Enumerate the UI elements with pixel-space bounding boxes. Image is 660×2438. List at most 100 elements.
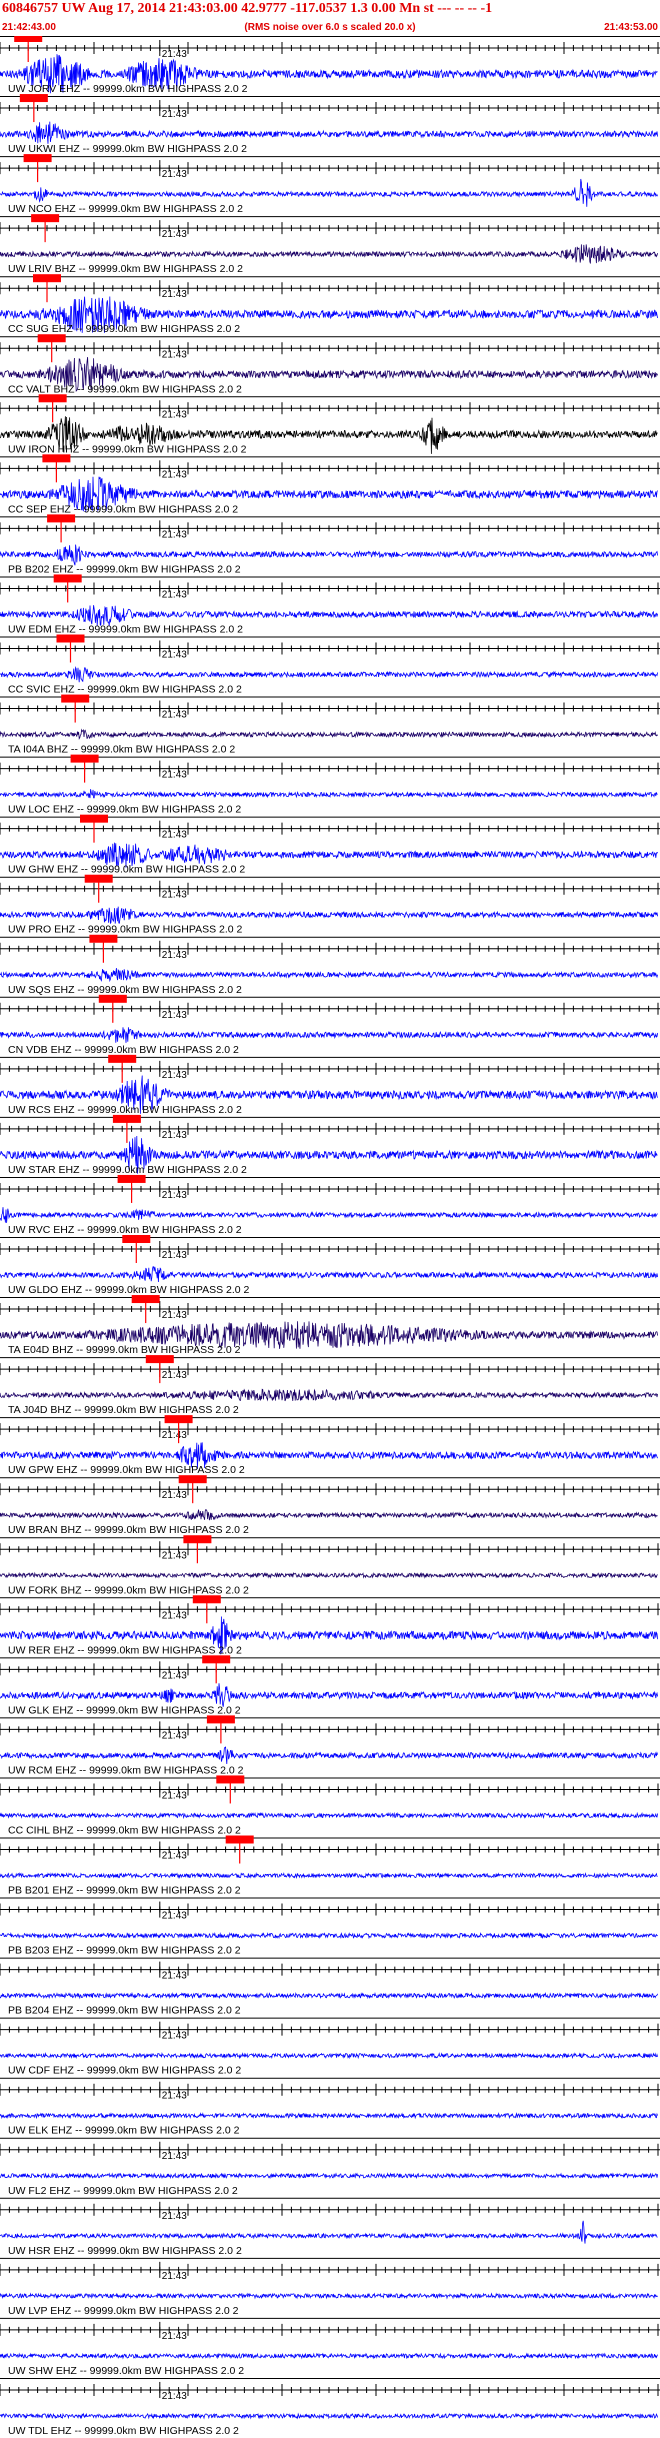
minute-tick-label: 21:43 [162,1070,187,1081]
waveform [0,2112,658,2120]
minute-tick-label: 21:43 [162,1730,187,1741]
minute-tick-label: 21:43 [162,950,187,961]
waveform [0,906,658,924]
station-label: TA I04A BHZ -- 99999.0km BW HIGHPASS 2.0… [8,744,235,756]
waveform [0,2412,658,2420]
station-panel: 21:43 TA I04A BHZ -- 99999.0km BW HIGHPAS… [0,694,660,756]
station-label: CC SEP EHZ -- 99999.0km BW HIGHPASS 2.0 … [8,503,238,515]
waveform [0,1872,658,1879]
station-label: UW HSR EHZ -- 99999.0km BW HIGHPASS 2.0 … [8,2245,242,2257]
station-panel: 21:43 UW RVC EHZ -- 99999.0km BW HIGHPASS… [0,1174,660,1236]
minute-tick-label: 21:43 [162,1971,187,1982]
waveform [0,665,658,683]
station-panel: 21:43 PB B204 EHZ -- 99999.0km BW HIGHPAS… [0,1957,660,2017]
waveform [0,967,658,983]
waveform [0,728,658,740]
waveform [0,544,658,566]
station-panel: 21:43 UW RCS EHZ -- 99999.0km BW HIGHPASS… [0,1054,660,1116]
waveform [0,1388,658,1402]
station-label: CC VALT BHZ -- 99999.0km BW HIGHPASS 2.0… [8,383,242,395]
station-panel: 21:43 PB B203 EHZ -- 99999.0km BW HIGHPAS… [0,1897,660,1957]
station-panel: 21:43 UW FORK BHZ -- 99999.0km BW HIGHPAS… [0,1535,660,1596]
waveform [0,1027,658,1043]
minute-tick-label: 21:43 [162,2031,187,2042]
station-panel: 21:43 UW CDF EHZ -- 99999.0km BW HIGHPASS… [0,2017,660,2077]
station-panel: 21:43 UW HSR EHZ -- 99999.0km BW HIGHPASS… [0,2197,660,2257]
station-label: UW GLDO EHZ -- 99999.0km BW HIGHPASS 2.0… [8,1284,250,1296]
minute-tick-label: 21:43 [162,1911,187,1922]
waveform [0,2292,658,2300]
station-panel: 21:43 CC SEP EHZ -- 99999.0km BW HIGHPASS… [0,454,660,515]
minute-tick-label: 21:43 [162,2091,187,2102]
station-panel: 21:43 UW JORV EHZ -- 99999.0km BW HIGHPAS… [0,36,660,95]
minute-tick-label: 21:43 [162,1130,187,1141]
station-label: UW PRO EHZ -- 99999.0km BW HIGHPASS 2.0 … [8,924,243,936]
station-panel: 21:43 UW UKWI EHZ -- 99999.0km BW HIGHPAS… [0,94,660,155]
station-panel: 21:43 CC VALT BHZ -- 99999.0km BW HIGHPAS… [0,334,660,395]
station-panel: 21:43 UW LOC EHZ -- 99999.0km BW HIGHPASS… [0,754,660,816]
station-label: UW RCS EHZ -- 99999.0km BW HIGHPASS 2.0 … [8,1104,242,1116]
station-label: UW FORK BHZ -- 99999.0km BW HIGHPASS 2.0… [8,1584,249,1596]
waveform [0,1746,658,1765]
minute-tick-label: 21:43 [162,349,187,360]
station-label: UW BRAN BHZ -- 99999.0km BW HIGHPASS 2.0… [8,1524,249,1536]
minute-tick-label: 21:43 [162,1851,187,1862]
minute-tick-label: 21:43 [162,169,187,180]
station-panel: 21:43 UW ELK EHZ -- 99999.0km BW HIGHPASS… [0,2077,660,2137]
station-label: UW RCM EHZ -- 99999.0km BW HIGHPASS 2.0 … [8,1764,244,1776]
station-label: UW CDF EHZ -- 99999.0km BW HIGHPASS 2.0 … [8,2065,241,2077]
minute-tick-label: 21:43 [162,2391,187,2402]
station-label: UW GPW EHZ -- 99999.0km BW HIGHPASS 2.0 … [8,1464,245,1476]
minute-tick-label: 21:43 [162,710,187,721]
station-panel: 21:43 UW GLK EHZ -- 99999.0km BW HIGHPASS… [0,1655,660,1716]
station-label: UW IRON HHZ -- 99999.0km BW HIGHPASS 2.0… [8,443,247,455]
station-panel: 21:43 PB B201 EHZ -- 99999.0km BW HIGHPAS… [0,1835,660,1897]
station-label: UW LVP EHZ -- 99999.0km BW HIGHPASS 2.0 … [8,2305,239,2317]
station-label: UW GLK EHZ -- 99999.0km BW HIGHPASS 2.0 … [8,1704,241,1716]
station-panel: 21:43 UW TDL EHZ -- 99999.0km BW HIGHPASS… [0,2377,660,2437]
waveform [0,1571,658,1579]
minute-tick-label: 21:43 [162,289,187,300]
minute-tick-label: 21:43 [162,469,187,480]
event-title: 60846757 UW Aug 17, 2014 21:43:03.00 42.… [2,1,493,16]
station-panel: 21:43 UW RCM EHZ -- 99999.0km BW HIGHPASS… [0,1715,660,1776]
minute-tick-label: 21:43 [162,529,187,540]
station-label: TA J04D BHZ -- 99999.0km BW HIGHPASS 2.0… [8,1404,239,1416]
minute-tick-label: 21:43 [162,1370,187,1381]
seismogram-plot: 21:43 UW JORV EHZ -- 99999.0km BW HIGHPAS… [0,36,660,2437]
minute-tick-label: 21:43 [162,1490,187,1501]
station-panel: 21:43 UW PRO EHZ -- 99999.0km BW HIGHPASS… [0,874,660,936]
station-label: CC CIHL BHZ -- 99999.0km BW HIGHPASS 2.0… [8,1824,241,1836]
station-panel: 21:43 UW GLDO EHZ -- 99999.0km BW HIGHPAS… [0,1235,660,1296]
station-panel: 21:43 UW LRIV BHZ -- 99999.0km BW HIGHPAS… [0,214,660,275]
minute-tick-label: 21:43 [162,2211,187,2222]
waveform [0,1811,658,1820]
station-panel: 21:43 UW SHW EHZ -- 99999.0km BW HIGHPASS… [0,2317,660,2377]
minute-tick-label: 21:43 [162,1010,187,1021]
minute-tick-label: 21:43 [162,409,187,420]
minute-tick-label: 21:43 [162,1790,187,1801]
station-panel: 21:43 CN VDB EHZ -- 99999.0km BW HIGHPASS… [0,994,660,1056]
station-panel: 21:43 UW GHW EHZ -- 99999.0km BW HIGHPASS… [0,814,660,876]
minute-tick-label: 21:43 [162,1610,187,1621]
station-panel: 21:43 UW BRAN BHZ -- 99999.0km BW HIGHPAS… [0,1475,660,1536]
minute-tick-label: 21:43 [162,1190,187,1201]
station-panel: 21:43 UW STAR EHZ -- 99999.0km BW HIGHPAS… [0,1114,660,1176]
station-label: UW EDM EHZ -- 99999.0km BW HIGHPASS 2.0 … [8,623,243,635]
station-panel: 21:43 UW SQS EHZ -- 99999.0km BW HIGHPASS… [0,934,660,996]
station-label: UW NCO EHZ -- 99999.0km BW HIGHPASS 2.0 … [8,203,243,215]
station-panel: 21:43 UW RER EHZ -- 99999.0km BW HIGHPASS… [0,1595,660,1656]
station-label: UW GHW EHZ -- 99999.0km BW HIGHPASS 2.0 … [8,864,245,876]
station-panel: 21:43 UW LVP EHZ -- 99999.0km BW HIGHPASS… [0,2257,660,2317]
plot-header: 60846757 UW Aug 17, 2014 21:43:03.00 42.… [0,0,660,40]
station-label: UW ELK EHZ -- 99999.0km BW HIGHPASS 2.0 … [8,2125,240,2137]
station-label: PB B203 EHZ -- 99999.0km BW HIGHPASS 2.0… [8,1945,241,1957]
station-label: UW LRIV BHZ -- 99999.0km BW HIGHPASS 2.0… [8,263,243,275]
waveform [0,1683,658,1707]
station-panel: 21:43 TA E04D BHZ -- 99999.0km BW HIGHPAS… [0,1295,660,1356]
minute-tick-label: 21:43 [162,1310,187,1321]
waveform [0,1207,658,1223]
minute-tick-label: 21:43 [162,109,187,120]
station-label: UW SQS EHZ -- 99999.0km BW HIGHPASS 2.0 … [8,984,242,996]
station-panel: 21:43 PB B202 EHZ -- 99999.0km BW HIGHPAS… [0,514,660,575]
